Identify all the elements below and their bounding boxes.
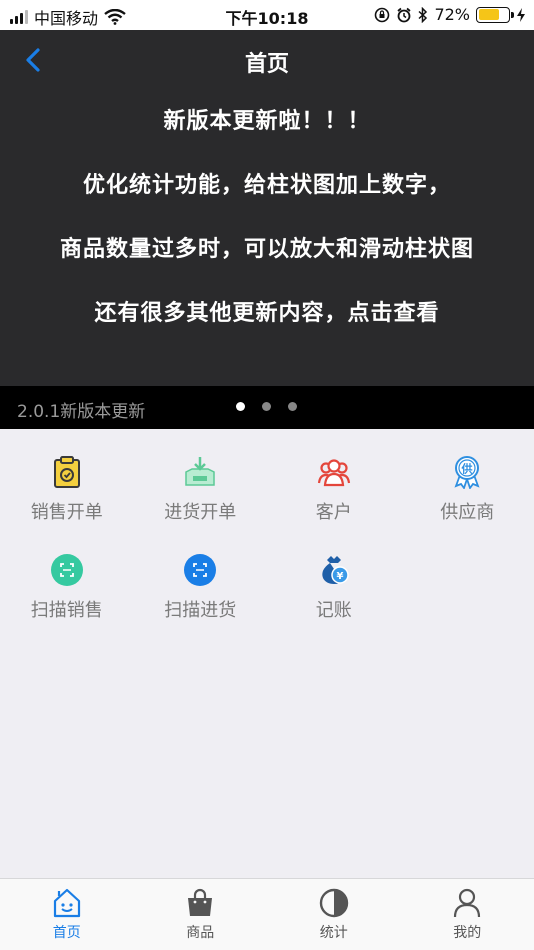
home-icon [53,888,80,918]
carousel-dot-1[interactable] [236,402,245,411]
sales-order-button[interactable]: 销售开单 [0,429,134,527]
rotation-lock-icon [375,7,390,22]
svg-text:¥: ¥ [336,571,343,582]
shopping-bag-icon [188,888,213,916]
bookkeeping-label: 记账 [315,600,352,621]
carousel-caption: 2.0.1新版本更新 [17,402,146,422]
carousel-page-indicator [236,402,297,411]
function-grid-row-2: 扫描销售 扫描进货 ¥ 记账 [0,527,534,625]
tab-products-label: 商品 [186,925,215,941]
battery-level-fill [478,9,500,20]
bookkeeping-button[interactable]: ¥ 记账 [267,527,401,625]
supplier-button[interactable]: 供 供应商 [401,429,534,527]
tab-products[interactable]: 商品 [134,879,268,950]
alarm-icon [397,7,412,22]
scan-purchase-icon [183,553,217,587]
carousel-dot-3[interactable] [288,402,297,411]
tab-statistics[interactable]: 统计 [267,879,401,950]
function-grid: 销售开单 进货开单 客户 供 供应商 扫描销售 扫描进货 ¥ 记账 [0,429,534,625]
scan-sales-button[interactable]: 扫描销售 [0,527,134,625]
sales-order-label: 销售开单 [30,502,103,523]
page-title: 首页 [244,52,289,77]
tab-profile-label: 我的 [453,925,482,941]
bluetooth-icon [418,6,428,23]
banner-text: 新版本更新啦！！！ 优化统计功能，给柱状图加上数字， 商品数量过多时，可以放大和… [0,108,534,364]
pie-chart-icon [319,888,348,918]
status-bar: 中国移动 下午10:18 72% [0,0,534,30]
tab-home[interactable]: 首页 [0,879,134,950]
banner-line-1: 新版本更新啦！！！ [163,109,371,134]
purchase-order-button[interactable]: 进货开单 [134,429,268,527]
supplier-icon: 供 [450,455,484,489]
carousel-caption-bar: 2.0.1新版本更新 [0,386,534,429]
svg-text:供: 供 [461,462,473,476]
tab-statistics-label: 统计 [319,925,348,941]
purchase-order-icon [183,455,217,489]
scan-sales-label: 扫描销售 [30,600,103,621]
charging-icon [517,7,525,22]
function-grid-row-1: 销售开单 进货开单 客户 供 供应商 [0,429,534,527]
customer-icon [317,455,351,489]
update-banner[interactable]: 首页 新版本更新啦！！！ 优化统计功能，给柱状图加上数字， 商品数量过多时，可以… [0,30,534,386]
battery-icon [476,6,514,23]
tab-profile[interactable]: 我的 [401,879,534,950]
scan-sales-icon [50,553,84,587]
banner-line-2: 优化统计功能，给柱状图加上数字， [82,173,451,198]
customer-button[interactable]: 客户 [267,429,401,527]
battery-percent: 72% [434,5,470,24]
banner-line-3: 商品数量过多时，可以放大和滑动柱状图 [59,237,474,262]
bookkeeping-icon: ¥ [317,553,351,587]
banner-line-4: 还有很多其他更新内容，点击查看 [94,301,440,326]
sales-order-icon [50,455,84,489]
bottom-tab-bar: 首页 商品 统计 我的 [0,878,534,950]
customer-label: 客户 [315,502,352,523]
status-right: 72% [374,5,526,24]
carousel-dot-2[interactable] [262,402,271,411]
purchase-order-label: 进货开单 [164,502,237,523]
scan-purchase-button[interactable]: 扫描进货 [134,527,268,625]
supplier-label: 供应商 [440,502,495,523]
profile-icon [454,888,481,918]
scan-purchase-label: 扫描进货 [164,600,237,621]
tab-home-label: 首页 [52,925,81,941]
